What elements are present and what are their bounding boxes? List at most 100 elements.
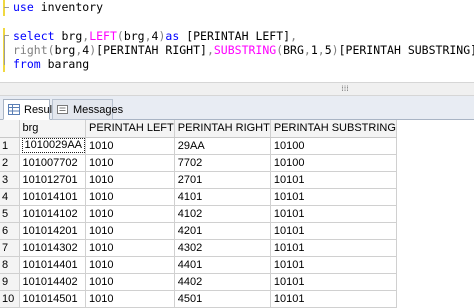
code-line[interactable]: select brg,LEFT(brg,4)as [PERINTAH LEFT]… bbox=[13, 29, 297, 43]
table-cell[interactable]: 1010 bbox=[85, 205, 175, 223]
table-cell[interactable]: 4402 bbox=[174, 273, 271, 291]
table-row[interactable]: 8 101014401 1010 4401 10101 bbox=[0, 256, 397, 274]
table-cell[interactable]: 101014501 bbox=[19, 290, 86, 308]
row-number[interactable]: 8 bbox=[0, 256, 20, 274]
splitter-grip-icon[interactable]: ⁞⁞⁞ bbox=[338, 85, 352, 93]
table-cell[interactable]: 101014101 bbox=[19, 188, 86, 206]
row-number[interactable]: 1 bbox=[0, 137, 20, 155]
column-header[interactable]: PERINTAH SUBSTRING bbox=[270, 120, 397, 138]
row-number[interactable]: 6 bbox=[0, 222, 20, 240]
table-cell[interactable]: 29AA bbox=[174, 137, 271, 155]
table-row[interactable]: 9 101014402 1010 4402 10101 bbox=[0, 273, 397, 291]
table-cell[interactable]: 101012701 bbox=[19, 171, 86, 189]
results-grid[interactable]: brg PERINTAH LEFT PERINTAH RIGHT PERINTA… bbox=[0, 120, 474, 308]
table-cell[interactable]: 10101 bbox=[270, 256, 397, 274]
column-header[interactable]: PERINTAH LEFT bbox=[85, 120, 175, 138]
code-token: , bbox=[206, 43, 214, 57]
code-token: , bbox=[303, 43, 311, 57]
table-cell[interactable]: 10101 bbox=[270, 171, 397, 189]
code-token: ( bbox=[116, 29, 124, 43]
table-cell[interactable]: 2701 bbox=[174, 171, 271, 189]
code-token: brg bbox=[54, 43, 76, 57]
table-row[interactable]: 6 101014201 1010 4201 10101 bbox=[0, 222, 397, 240]
tab-results[interactable]: Results bbox=[3, 99, 61, 120]
table-cell[interactable]: 1010 bbox=[85, 188, 175, 206]
code-line[interactable]: use inventory bbox=[13, 0, 103, 14]
code-token: barang bbox=[47, 57, 90, 71]
outline-bracket bbox=[4, 35, 5, 65]
row-number[interactable]: 7 bbox=[0, 239, 20, 257]
table-row[interactable]: 1 1010029AA 1010 29AA 10100 bbox=[0, 137, 397, 155]
table-cell[interactable]: 1010 bbox=[85, 171, 175, 189]
header-row: brg PERINTAH LEFT PERINTAH RIGHT PERINTA… bbox=[0, 120, 397, 138]
corner-cell[interactable] bbox=[0, 120, 20, 138]
table-cell[interactable]: 101014402 bbox=[19, 273, 86, 291]
table-cell[interactable]: 4101 bbox=[174, 188, 271, 206]
code-token: [PERINTAH SUBSTRING] bbox=[338, 43, 474, 57]
code-token: as bbox=[165, 29, 187, 43]
table-cell[interactable]: 1010 bbox=[85, 222, 175, 240]
code-line[interactable]: right(brg,4)[PERINTAH RIGHT],SUBSTRING(B… bbox=[13, 43, 474, 57]
table-cell[interactable]: 1010 bbox=[85, 290, 175, 308]
table-cell[interactable]: 101014401 bbox=[19, 256, 86, 274]
query-editor[interactable]: use inventory select brg,LEFT(brg,4)as [P… bbox=[0, 0, 474, 82]
row-number[interactable]: 10 bbox=[0, 290, 20, 308]
table-cell[interactable]: 4201 bbox=[174, 222, 271, 240]
table-row[interactable]: 7 101014302 1010 4302 10101 bbox=[0, 239, 397, 257]
table-cell[interactable]: 10101 bbox=[270, 222, 397, 240]
table-cell[interactable]: 101014201 bbox=[19, 222, 86, 240]
selected-cell-value: 1010029AA bbox=[21, 138, 85, 153]
table-row[interactable]: 10 101014501 1010 4501 10101 bbox=[0, 290, 397, 308]
code-token: [PERINTAH LEFT] bbox=[186, 29, 291, 43]
table-cell[interactable]: 1010029AA bbox=[19, 137, 86, 155]
table-cell[interactable]: 4501 bbox=[174, 290, 271, 308]
table-row[interactable]: 5 101014102 1010 4102 10101 bbox=[0, 205, 397, 223]
table-cell[interactable]: 10100 bbox=[270, 154, 397, 172]
row-number[interactable]: 3 bbox=[0, 171, 20, 189]
table-cell[interactable]: 10101 bbox=[270, 273, 397, 291]
code-token: use bbox=[13, 0, 41, 14]
code-token: right bbox=[13, 43, 48, 57]
code-token: ( bbox=[47, 43, 55, 57]
table-cell[interactable]: 10101 bbox=[270, 239, 397, 257]
table-cell[interactable]: 1010 bbox=[85, 154, 175, 172]
table-cell[interactable]: 10101 bbox=[270, 188, 397, 206]
table-cell[interactable]: 4401 bbox=[174, 256, 271, 274]
table-cell[interactable]: 1010 bbox=[85, 137, 175, 155]
table-row[interactable]: 3 101012701 1010 2701 10101 bbox=[0, 171, 397, 189]
change-marker bbox=[3, 0, 5, 16]
grid-icon bbox=[8, 104, 20, 115]
code-token: 5 bbox=[324, 43, 332, 57]
table-cell[interactable]: 4102 bbox=[174, 205, 271, 223]
table-cell[interactable]: 101014302 bbox=[19, 239, 86, 257]
table-cell[interactable]: 10100 bbox=[270, 137, 397, 155]
code-token: inventory bbox=[40, 0, 104, 14]
code-line[interactable]: from barang bbox=[13, 57, 89, 71]
tab-messages[interactable]: Messages bbox=[52, 99, 123, 120]
table-cell[interactable]: 101014102 bbox=[19, 205, 86, 223]
table-cell[interactable]: 1010 bbox=[85, 256, 175, 274]
table-row[interactable]: 4 101014101 1010 4101 10101 bbox=[0, 188, 397, 206]
code-token: , bbox=[144, 29, 152, 43]
table-cell[interactable]: 7702 bbox=[174, 154, 271, 172]
editor-splitter[interactable]: ⁞⁞⁞ bbox=[0, 82, 474, 96]
row-number[interactable]: 2 bbox=[0, 154, 20, 172]
table-cell[interactable]: 10101 bbox=[270, 205, 397, 223]
code-token: brg bbox=[123, 29, 145, 43]
table-cell[interactable]: 101007702 bbox=[19, 154, 86, 172]
column-header[interactable]: PERINTAH RIGHT bbox=[174, 120, 271, 138]
row-number[interactable]: 5 bbox=[0, 205, 20, 223]
table-cell[interactable]: 1010 bbox=[85, 273, 175, 291]
code-token: LEFT bbox=[89, 29, 117, 43]
table-cell[interactable]: 10101 bbox=[270, 290, 397, 308]
row-number[interactable]: 4 bbox=[0, 188, 20, 206]
code-token: [PERINTAH RIGHT] bbox=[96, 43, 207, 57]
table-cell[interactable]: 1010 bbox=[85, 239, 175, 257]
column-header[interactable]: brg bbox=[19, 120, 86, 138]
table-cell[interactable]: 4302 bbox=[174, 239, 271, 257]
code-token: from bbox=[13, 57, 48, 71]
code-token: , bbox=[317, 43, 325, 57]
row-number[interactable]: 9 bbox=[0, 273, 20, 291]
table-row[interactable]: 2 101007702 1010 7702 10100 bbox=[0, 154, 397, 172]
tab-messages-label: Messages bbox=[73, 104, 124, 116]
